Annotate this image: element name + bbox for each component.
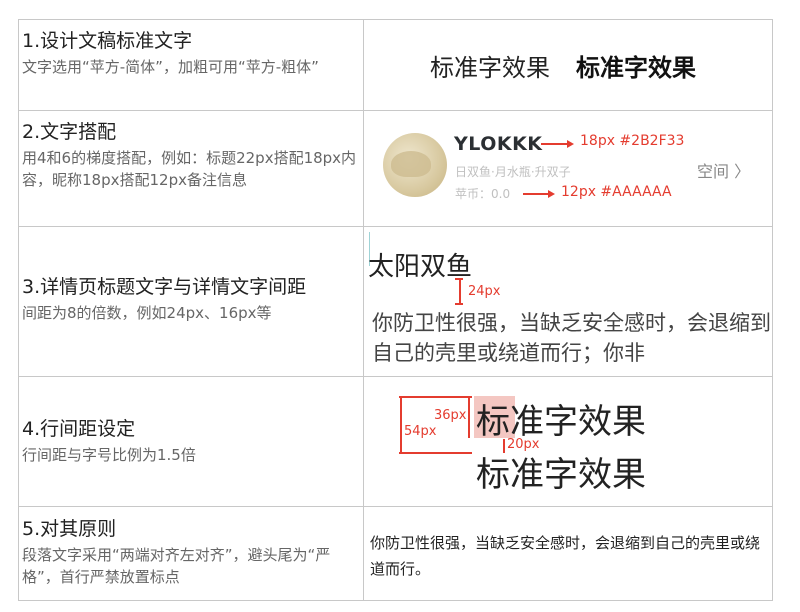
table-border-right	[772, 19, 773, 601]
row-5-label: 5.对其原则 段落文字采用“两端对齐左对齐”，避头尾为“严格”，首行严禁放置标点	[22, 516, 360, 588]
annotation-arrow-line	[541, 143, 569, 145]
annotation-nickname-spec: 18px #2B2F33	[580, 133, 685, 149]
standard-text-bold: 标准字效果	[576, 54, 696, 82]
row-3-desc: 间距为8的倍数，例如24px、16px等	[22, 304, 272, 322]
font-size-label-36: 36px	[434, 408, 467, 423]
line-height-bracket-top	[399, 396, 472, 398]
row-divider	[18, 110, 772, 111]
table-border-bottom	[18, 600, 772, 601]
spacing-marker	[459, 278, 461, 304]
avatar	[383, 133, 447, 197]
row-5-desc: 段落文字采用“两端对齐左对齐”，避头尾为“严格”，首行严禁放置标点	[22, 546, 331, 586]
gap-label-20: 20px	[507, 437, 540, 452]
column-divider	[363, 19, 364, 601]
row-1-label: 1.设计文稿标准文字 文字选用“苹方-简体”，加粗可用“苹方-粗体”	[22, 28, 360, 78]
row-5-title: 5.对其原则	[22, 518, 117, 540]
annotation-arrow-head	[548, 190, 555, 198]
row-1-title: 1.设计文稿标准文字	[22, 30, 193, 52]
justified-paragraph: 你防卫性很强，当缺乏安全感时，会退缩到自己的壳里或绕道而行。	[370, 534, 761, 578]
avatar-illustration	[391, 151, 431, 177]
profile-zodiac-line: 日双鱼·月水瓶·升双子	[455, 165, 571, 179]
profile-nickname: YLOKKK	[454, 133, 543, 155]
row-2-title: 2.文字搭配	[22, 121, 117, 143]
profile-coin-line: 苹币：0.0	[455, 187, 511, 201]
line-height-bracket-bottom	[399, 452, 472, 454]
line-height-label-54: 54px	[404, 424, 437, 439]
row-3-label: 3.详情页标题文字与详情文字间距 间距为8的倍数，例如24px、16px等	[22, 274, 360, 324]
row-2-label: 2.文字搭配 用4和6的梯度搭配，例如：标题22px搭配18px内容，昵称18p…	[22, 119, 360, 191]
row-4-label: 4.行间距设定 行间距与字号比例为1.5倍	[22, 416, 360, 466]
row-1-desc: 文字选用“苹方-简体”，加粗可用“苹方-粗体”	[22, 58, 319, 76]
line-height-bracket	[400, 396, 402, 453]
row-divider	[18, 376, 772, 377]
annotation-arrow-head	[567, 140, 574, 148]
row-divider	[18, 506, 772, 507]
standard-text-regular: 标准字效果	[430, 54, 550, 82]
line-height-sample-1: 标准字效果	[476, 402, 646, 442]
row-divider	[18, 226, 772, 227]
annotation-arrow-line	[523, 193, 550, 195]
row-4-desc: 行间距与字号比例为1.5倍	[22, 446, 196, 464]
table-border-left	[18, 19, 19, 601]
space-link[interactable]: 空间 〉	[697, 158, 750, 182]
line-height-sample-2: 标准字效果	[476, 455, 646, 495]
row-4-title: 4.行间距设定	[22, 418, 136, 440]
spacing-label-24: 24px	[468, 284, 501, 299]
row-3-title: 3.详情页标题文字与详情文字间距	[22, 276, 307, 298]
spacing-marker-bottom	[455, 303, 463, 305]
gap-marker	[503, 439, 505, 453]
annotation-sub-spec: 12px #AAAAAA	[561, 184, 672, 200]
table-border-top	[18, 19, 772, 20]
detail-paragraph: 你防卫性很强，当缺乏安全感时，会退缩到自己的壳里或绕道而行；你非	[372, 311, 771, 365]
font-size-bracket	[468, 396, 470, 438]
row-2-desc: 用4和6的梯度搭配，例如：标题22px搭配18px内容，昵称18px搭配12px…	[22, 149, 357, 189]
